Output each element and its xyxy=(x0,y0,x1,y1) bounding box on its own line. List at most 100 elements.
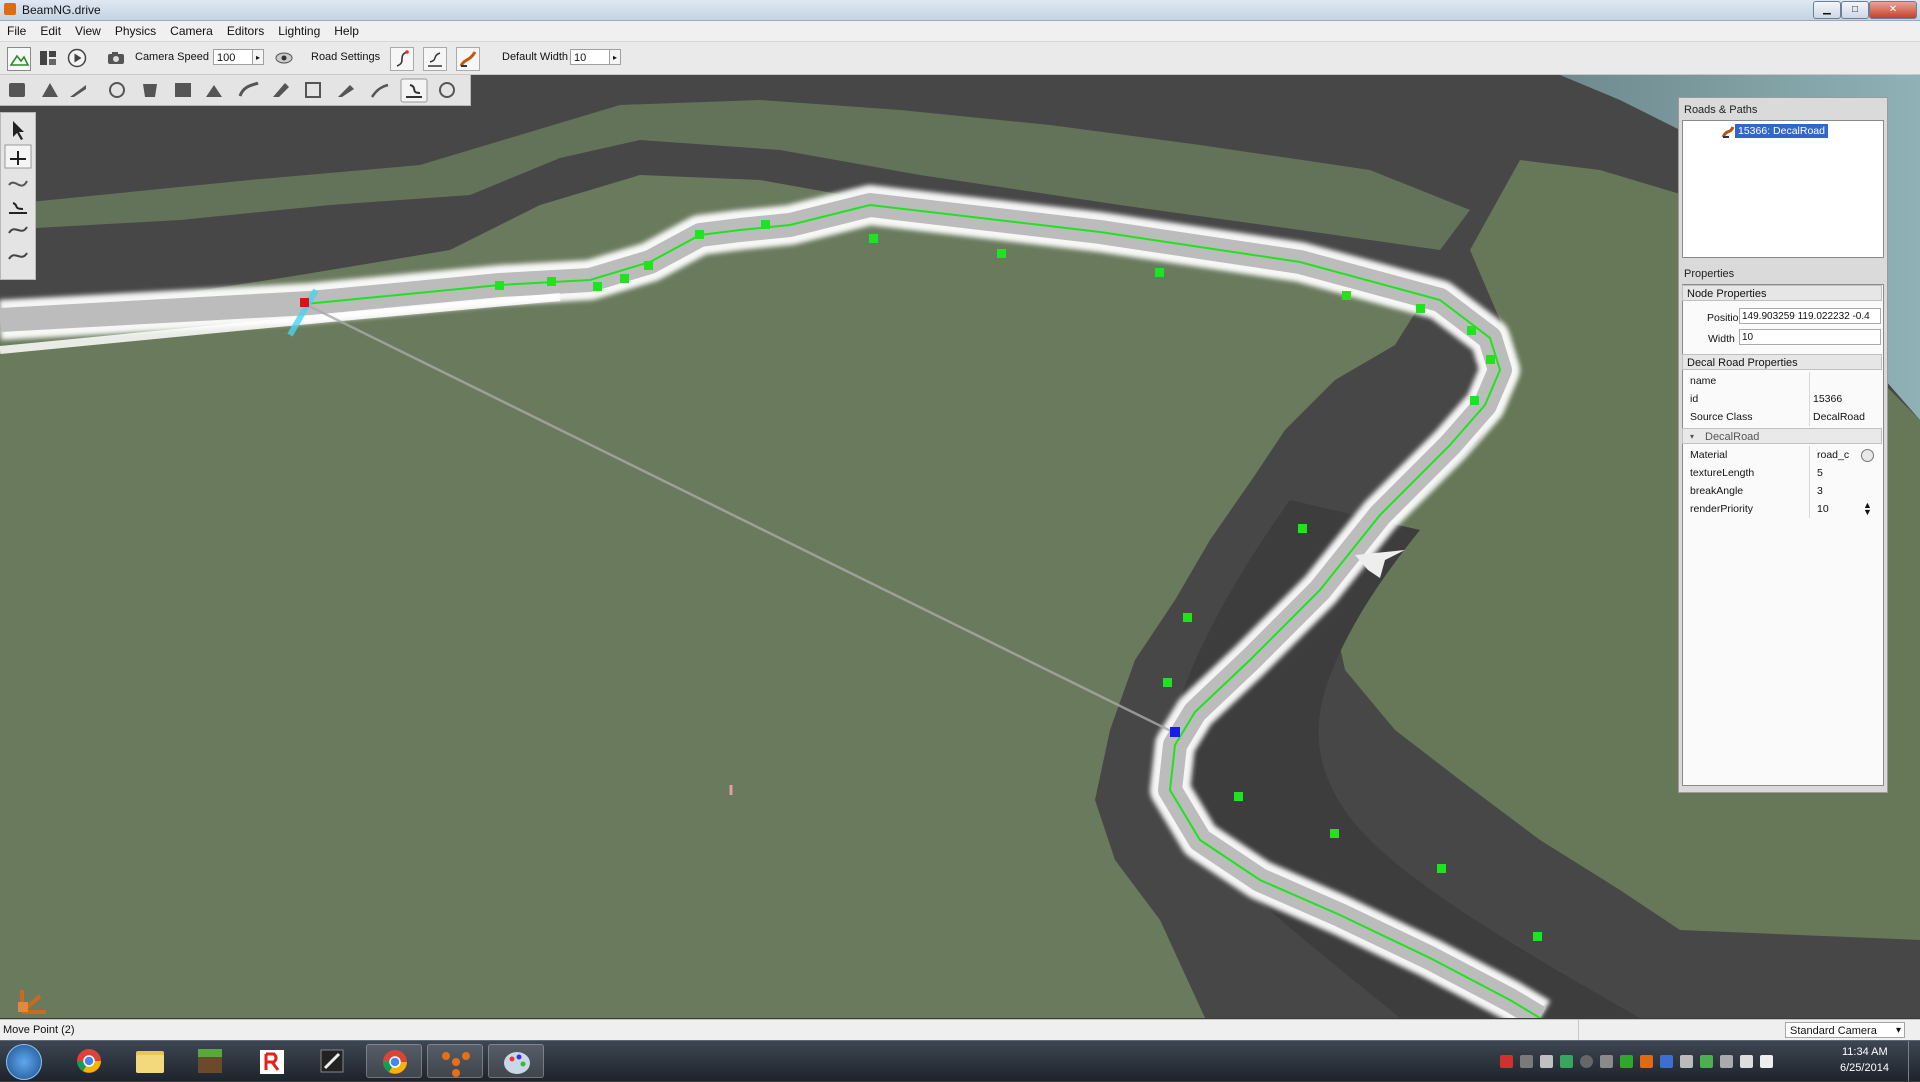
road-node[interactable] xyxy=(1416,304,1425,313)
road-node[interactable] xyxy=(1470,396,1479,405)
steam-tray-icon[interactable] xyxy=(1580,1055,1593,1068)
menu-physics[interactable]: Physics xyxy=(108,21,163,38)
prop-value[interactable]: 3 xyxy=(1817,482,1823,500)
scale-node-icon[interactable] xyxy=(8,180,28,187)
menu-view[interactable]: View xyxy=(68,21,108,38)
paint-taskbar-icon[interactable] xyxy=(488,1044,544,1078)
tray-icon[interactable] xyxy=(1640,1055,1653,1068)
tray-icon[interactable] xyxy=(1520,1055,1533,1068)
road-node[interactable] xyxy=(1437,864,1446,873)
camera-speed-spinner[interactable]: ▸ xyxy=(252,49,264,65)
road-node[interactable] xyxy=(1155,268,1164,277)
road-node[interactable] xyxy=(1342,291,1351,300)
tray-icon[interactable] xyxy=(1700,1055,1713,1068)
prop-value[interactable]: road_c xyxy=(1817,446,1849,464)
material-icon[interactable] xyxy=(439,82,455,98)
flag-tray-icon[interactable] xyxy=(1760,1055,1773,1068)
drive-tray-icon[interactable] xyxy=(1560,1055,1573,1068)
tray-icon[interactable] xyxy=(1620,1055,1633,1068)
road-node[interactable] xyxy=(495,281,504,290)
datablock-icon[interactable] xyxy=(175,83,191,97)
acrobat-tray-icon[interactable] xyxy=(1500,1055,1513,1068)
tray-icon[interactable] xyxy=(1660,1055,1673,1068)
road-node[interactable] xyxy=(761,220,770,229)
menu-file[interactable]: File xyxy=(0,21,33,38)
mesh-road-icon[interactable] xyxy=(206,85,222,97)
road-node[interactable] xyxy=(644,261,653,270)
road-node[interactable] xyxy=(1298,524,1307,533)
minecraft-taskbar-icon[interactable] xyxy=(183,1044,239,1078)
default-width-spinner[interactable]: ▸ xyxy=(609,49,621,65)
road-node[interactable] xyxy=(1234,792,1243,801)
insert-node-icon[interactable] xyxy=(8,226,28,234)
river-icon[interactable] xyxy=(273,83,289,97)
play-icon[interactable] xyxy=(66,47,88,69)
eye-icon[interactable] xyxy=(273,47,295,69)
prop-value[interactable]: 5 xyxy=(1817,464,1823,482)
tray-icon[interactable] xyxy=(1600,1055,1613,1068)
road-node[interactable] xyxy=(593,282,602,291)
layers-icon[interactable] xyxy=(37,47,59,69)
roblox-taskbar-icon[interactable] xyxy=(244,1044,300,1078)
clock-time[interactable]: 11:34 AM xyxy=(1842,1046,1888,1058)
road-create-icon[interactable] xyxy=(390,47,414,71)
road-decal-icon[interactable] xyxy=(456,47,480,71)
road-node[interactable] xyxy=(1533,932,1542,941)
roads-tree[interactable]: 15366: DecalRoad xyxy=(1682,120,1884,258)
camera-mode-select[interactable]: Standard Camera ▾ xyxy=(1785,1022,1905,1038)
forest-icon[interactable] xyxy=(238,81,259,97)
camera-speed-input[interactable]: 100 xyxy=(213,49,253,65)
menu-help[interactable]: Help xyxy=(327,21,366,38)
shape-icon[interactable] xyxy=(143,84,157,97)
chrome-taskbar-icon-2[interactable] xyxy=(366,1044,422,1078)
road-node[interactable] xyxy=(620,274,629,283)
add-node-icon[interactable] xyxy=(9,202,27,214)
road-node[interactable] xyxy=(1467,326,1476,335)
terrain-icon[interactable] xyxy=(42,83,58,97)
prop-value[interactable]: DecalRoad xyxy=(1813,408,1865,426)
position-field[interactable]: 149.903259 119.022232 -0.4 xyxy=(1739,308,1881,324)
clock-date[interactable]: 6/25/2014 xyxy=(1840,1062,1889,1074)
network-tray-icon[interactable] xyxy=(1740,1055,1753,1068)
decal-editor-icon[interactable] xyxy=(9,83,25,97)
road-node[interactable] xyxy=(1486,355,1495,364)
minimize-button[interactable]: ▁ xyxy=(1813,1,1841,19)
maximize-button[interactable]: □ xyxy=(1841,1,1869,19)
road-edit-icon[interactable] xyxy=(423,47,447,71)
menu-edit[interactable]: Edit xyxy=(33,21,68,38)
terrain-painter-icon[interactable] xyxy=(70,85,86,97)
folder-taskbar-icon[interactable] xyxy=(122,1044,178,1078)
chrome-taskbar-icon[interactable] xyxy=(61,1044,117,1078)
prop-value[interactable]: 15366 xyxy=(1813,390,1842,408)
start-button-icon[interactable] xyxy=(6,1044,42,1080)
road-node[interactable] xyxy=(1330,829,1339,838)
road-node[interactable] xyxy=(547,277,556,286)
select-arrow-icon[interactable] xyxy=(13,121,24,140)
menu-editors[interactable]: Editors xyxy=(220,21,271,38)
prop-value[interactable]: 10 xyxy=(1817,500,1829,518)
default-width-input[interactable]: 10 xyxy=(570,49,610,65)
3d-viewport[interactable] xyxy=(0,75,1920,1018)
priority-stepper-icon[interactable]: ▲ ▼ xyxy=(1863,501,1872,517)
menu-camera[interactable]: Camera xyxy=(163,21,220,38)
collapse-arrow-icon[interactable]: ▾ xyxy=(1690,429,1694,445)
remove-node-icon[interactable] xyxy=(8,252,28,260)
tray-icon[interactable] xyxy=(1680,1055,1693,1068)
road-node[interactable] xyxy=(1163,678,1172,687)
globe-icon[interactable] xyxy=(109,82,125,98)
tray-icon[interactable] xyxy=(1540,1055,1553,1068)
tool-taskbar-icon[interactable] xyxy=(305,1044,361,1078)
selected-road-node[interactable] xyxy=(1170,727,1180,737)
width-field[interactable]: 10 xyxy=(1739,329,1881,345)
terrain-editor-icon[interactable] xyxy=(7,47,31,71)
road-node[interactable] xyxy=(300,298,309,307)
path-icon[interactable] xyxy=(370,83,389,98)
decalroad-group-header[interactable]: ▾ DecalRoad xyxy=(1682,428,1882,444)
road-node[interactable] xyxy=(695,230,704,239)
road-node[interactable] xyxy=(997,249,1006,258)
menu-lighting[interactable]: Lighting xyxy=(271,21,327,38)
beamng-taskbar-icon[interactable] xyxy=(427,1044,483,1078)
particle-icon[interactable] xyxy=(338,85,354,97)
camera-icon[interactable] xyxy=(105,47,127,69)
road-node[interactable] xyxy=(1183,613,1192,622)
